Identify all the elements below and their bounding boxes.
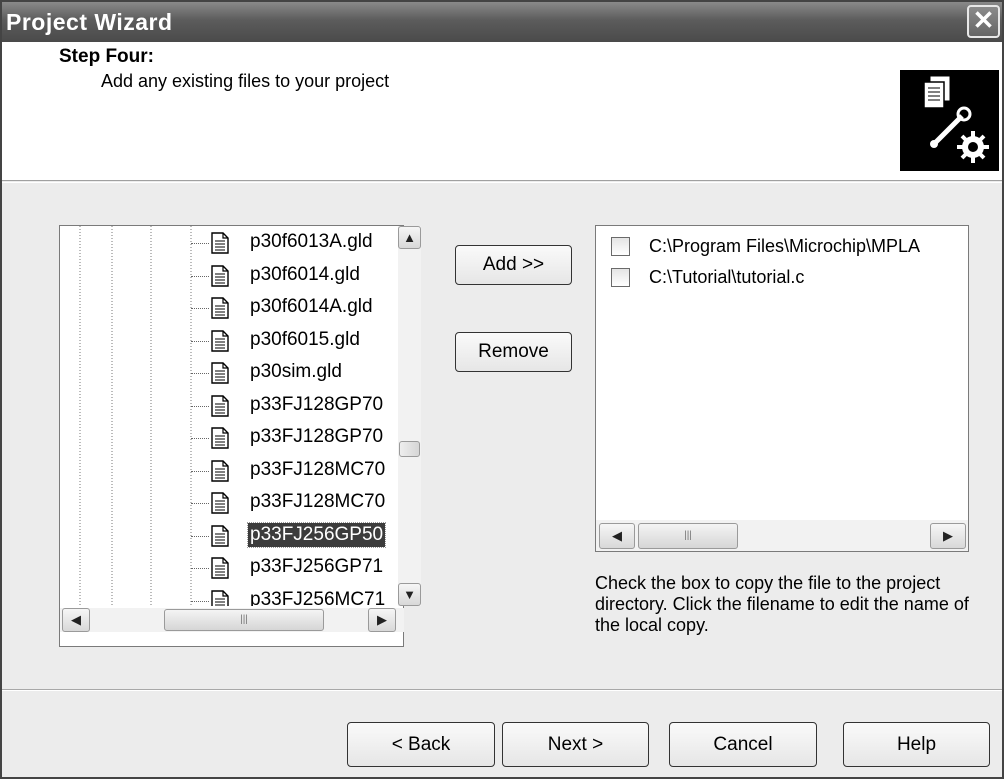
tree-connector: [191, 568, 209, 569]
scroll-right-icon[interactable]: ▶: [930, 523, 966, 549]
document-icon: [210, 232, 230, 254]
document-icon: [210, 589, 230, 606]
tree-item-label[interactable]: p33FJ128GP70: [248, 425, 385, 449]
close-icon[interactable]: ✕: [967, 5, 1000, 38]
tree-item-label[interactable]: p30f6013A.gld: [248, 230, 375, 254]
help-button[interactable]: Help: [843, 722, 990, 767]
tree-connector: [191, 470, 209, 472]
tree-connector: [191, 275, 209, 277]
divider: [2, 182, 1002, 183]
files-horizontal-scrollbar[interactable]: ◀ ||| ▶: [596, 520, 968, 551]
step-title: Step Four:: [59, 46, 154, 67]
tree-connector: [191, 503, 209, 504]
tree-connector: [191, 308, 209, 309]
document-icon: [210, 394, 230, 417]
tree-item[interactable]: p33FJ128GP70: [60, 423, 398, 453]
copy-checkbox[interactable]: [611, 237, 630, 256]
tree-vertical-scrollbar[interactable]: ▲ ▼: [398, 226, 421, 606]
tree-horizontal-scrollbar[interactable]: ◀ ||| ▶: [60, 608, 404, 632]
tree-item[interactable]: p33FJ256GP50: [60, 521, 398, 551]
scroll-right-icon[interactable]: ▶: [368, 608, 396, 632]
files-wrench-gear-icon: [900, 70, 999, 171]
list-item[interactable]: C:\Program Files\Microchip\MPLA: [611, 232, 966, 262]
tree-item-label[interactable]: p30f6014A.gld: [248, 295, 375, 319]
tree-item[interactable]: p30f6014.gld: [60, 261, 398, 291]
tree-item-label[interactable]: p33FJ128GP70: [248, 393, 385, 417]
scroll-down-icon[interactable]: ▼: [398, 583, 421, 606]
copy-help-text: Check the box to copy the file to the pr…: [595, 573, 969, 635]
document-icon: [210, 329, 230, 352]
scroll-thumb[interactable]: |||: [638, 523, 738, 549]
scroll-thumb[interactable]: |||: [164, 609, 324, 631]
tree-connector: [191, 373, 209, 374]
tree-item-label[interactable]: p33FJ256GP50: [246, 521, 387, 548]
next-button[interactable]: Next >: [502, 722, 649, 767]
title-bar[interactable]: Project Wizard ✕: [2, 2, 1002, 42]
scroll-thumb[interactable]: [399, 441, 420, 457]
tree-connector: [191, 243, 209, 244]
tree-item-label[interactable]: p33FJ128MC70: [248, 490, 387, 514]
cancel-button[interactable]: Cancel: [669, 722, 817, 767]
tree-item-label[interactable]: p33FJ256MC71: [248, 588, 387, 607]
document-icon: [210, 264, 230, 287]
tree-list: p30f6013A.gld p30f6014.gld p30f6014A.gld p3…: [60, 226, 398, 606]
window-title: Project Wizard: [6, 9, 173, 35]
tree-item[interactable]: p33FJ128MC70: [60, 456, 398, 486]
project-wizard-window: Project Wizard ✕ Step Four: Add any exis…: [0, 0, 1004, 779]
tree-item-label[interactable]: p30sim.gld: [248, 360, 344, 384]
project-files-list[interactable]: C:\Program Files\Microchip\MPLA C:\Tutor…: [595, 225, 969, 552]
tree-item[interactable]: p33FJ256GP71: [60, 553, 398, 583]
document-icon: [210, 459, 230, 482]
tree-item-label[interactable]: p33FJ256GP71: [248, 555, 385, 579]
tree-item[interactable]: p30sim.gld: [60, 358, 398, 388]
tree-item[interactable]: p30f6014A.gld: [60, 293, 398, 323]
tree-connector: [191, 340, 209, 342]
file-tree[interactable]: p30f6013A.gld p30f6014.gld p30f6014A.gld p3…: [59, 225, 421, 647]
document-icon: [210, 492, 230, 514]
tree-item-label[interactable]: p30f6015.gld: [248, 328, 362, 352]
footer-divider-highlight: [2, 690, 1002, 691]
document-icon: [210, 524, 230, 547]
tree-item[interactable]: p33FJ128GP70: [60, 391, 398, 421]
tree-item-label[interactable]: p30f6014.gld: [248, 263, 362, 287]
tree-connector: [191, 405, 209, 407]
document-icon: [210, 427, 230, 449]
file-path[interactable]: C:\Program Files\Microchip\MPLA: [649, 234, 920, 258]
tree-connector: [191, 600, 209, 602]
back-button[interactable]: < Back: [347, 722, 495, 767]
tree-item[interactable]: p33FJ128MC70: [60, 488, 398, 518]
scroll-left-icon[interactable]: ◀: [62, 608, 90, 632]
tree-item-label[interactable]: p33FJ128MC70: [248, 458, 387, 482]
document-icon: [210, 362, 230, 384]
copy-checkbox[interactable]: [611, 268, 630, 287]
remove-button[interactable]: Remove: [455, 332, 572, 372]
file-path[interactable]: C:\Tutorial\tutorial.c: [649, 265, 804, 289]
tree-item[interactable]: p30f6015.gld: [60, 326, 398, 356]
tree-connector: [191, 535, 209, 537]
document-icon: [210, 297, 230, 319]
add-button[interactable]: Add >>: [455, 245, 572, 285]
list-item[interactable]: C:\Tutorial\tutorial.c: [611, 263, 966, 293]
tree-item[interactable]: p30f6013A.gld: [60, 228, 398, 258]
scroll-up-icon[interactable]: ▲: [398, 226, 421, 249]
tree-item[interactable]: p33FJ256MC71: [60, 586, 398, 607]
step-description: Add any existing files to your project: [101, 71, 390, 91]
document-icon: [210, 557, 230, 579]
tree-connector: [191, 438, 209, 439]
scroll-left-icon[interactable]: ◀: [599, 523, 635, 549]
